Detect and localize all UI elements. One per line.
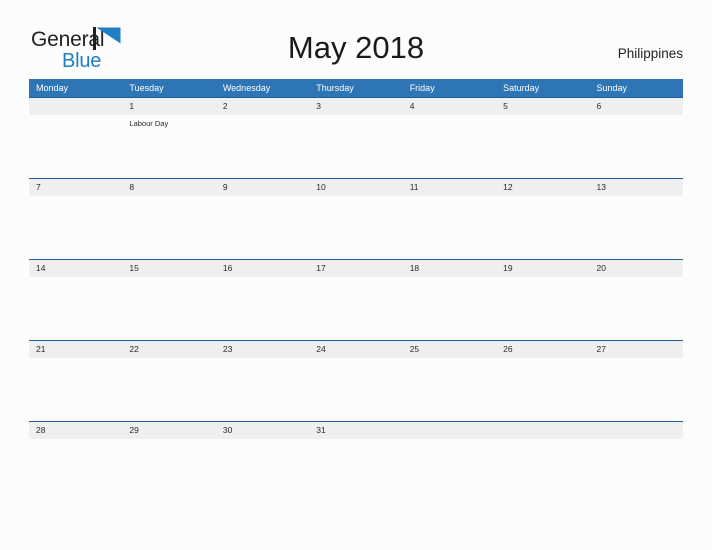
day-event[interactable] (403, 277, 496, 340)
day-event[interactable] (29, 115, 122, 178)
day-event[interactable] (29, 277, 122, 340)
day-event[interactable] (122, 196, 215, 259)
date-number[interactable]: 10 (309, 179, 402, 196)
day-event[interactable] (309, 115, 402, 178)
day-event[interactable] (496, 277, 589, 340)
week-event-band (29, 196, 683, 259)
date-number[interactable]: 24 (309, 341, 402, 358)
day-event[interactable] (122, 277, 215, 340)
day-event[interactable] (590, 196, 683, 259)
date-number[interactable]: 7 (29, 179, 122, 196)
date-number[interactable]: 6 (590, 98, 683, 115)
date-number[interactable]: 23 (216, 341, 309, 358)
page-title: May 2018 (287, 30, 425, 65)
day-event[interactable] (403, 358, 496, 421)
date-number[interactable] (590, 422, 683, 439)
weekday-wednesday: Wednesday (222, 83, 271, 93)
weekday-tuesday: Tuesday (129, 83, 164, 93)
day-event[interactable] (29, 358, 122, 421)
date-number[interactable]: 26 (496, 341, 589, 358)
day-event[interactable] (309, 439, 402, 502)
date-number[interactable]: 15 (122, 260, 215, 277)
day-event[interactable] (496, 439, 589, 502)
week-date-band: 1 2 3 4 5 6 (29, 98, 683, 115)
date-number[interactable]: 19 (496, 260, 589, 277)
week-row: 7 8 9 10 11 12 13 (29, 178, 683, 259)
day-event[interactable] (29, 196, 122, 259)
week-date-band: 28 29 30 31 (29, 422, 683, 439)
day-event[interactable] (496, 115, 589, 178)
week-date-band: 14 15 16 17 18 19 20 (29, 260, 683, 277)
day-event[interactable] (216, 358, 309, 421)
day-event[interactable] (403, 439, 496, 502)
date-number[interactable]: 25 (403, 341, 496, 358)
weekday-saturday: Saturday (503, 83, 540, 93)
week-date-band: 21 22 23 24 25 26 27 (29, 341, 683, 358)
day-event[interactable] (403, 196, 496, 259)
day-event[interactable] (122, 439, 215, 502)
weekday-friday: Friday (409, 83, 435, 93)
day-event[interactable] (403, 115, 496, 178)
day-event[interactable]: Labour Day (122, 115, 215, 178)
day-event[interactable] (216, 115, 309, 178)
weekday-thursday: Thursday (316, 83, 354, 93)
date-number[interactable] (496, 422, 589, 439)
week-row: 14 15 16 17 18 19 20 (29, 259, 683, 340)
page-header: General Blue May 2018 Philippines (0, 0, 712, 76)
day-event[interactable] (216, 277, 309, 340)
date-number[interactable]: 31 (309, 422, 402, 439)
day-event[interactable] (496, 358, 589, 421)
week-row: 28 29 30 31 (29, 421, 683, 502)
day-event[interactable] (590, 115, 683, 178)
day-event[interactable] (496, 196, 589, 259)
day-event[interactable] (122, 358, 215, 421)
day-event[interactable] (590, 439, 683, 502)
date-number[interactable]: 28 (29, 422, 122, 439)
week-event-band (29, 277, 683, 340)
day-event[interactable] (590, 277, 683, 340)
date-number[interactable]: 11 (403, 179, 496, 196)
weekday-header-row: Monday Tuesday Wednesday Thursday Friday… (29, 79, 683, 97)
date-number[interactable]: 1 (122, 98, 215, 115)
day-event[interactable] (216, 439, 309, 502)
date-number[interactable]: 27 (590, 341, 683, 358)
week-row: 1 2 3 4 5 6 Labour Day (29, 97, 683, 178)
weekday-sunday: Sunday (596, 83, 628, 93)
week-event-band (29, 439, 683, 502)
date-number[interactable]: 8 (122, 179, 215, 196)
country-label: Philippines (617, 46, 683, 61)
day-event[interactable] (309, 277, 402, 340)
week-date-band: 7 8 9 10 11 12 13 (29, 179, 683, 196)
weekday-monday: Monday (36, 83, 69, 93)
calendar-page: General Blue May 2018 Philippines Monday… (0, 0, 712, 550)
week-event-band (29, 358, 683, 421)
date-number[interactable]: 3 (309, 98, 402, 115)
date-number[interactable]: 12 (496, 179, 589, 196)
week-event-band: Labour Day (29, 115, 683, 178)
week-row: 21 22 23 24 25 26 27 (29, 340, 683, 421)
day-event[interactable] (29, 439, 122, 502)
day-event[interactable] (309, 358, 402, 421)
date-number[interactable]: 17 (309, 260, 402, 277)
date-number[interactable]: 2 (216, 98, 309, 115)
calendar-grid: Monday Tuesday Wednesday Thursday Friday… (29, 79, 683, 502)
date-number[interactable]: 20 (590, 260, 683, 277)
date-number[interactable]: 21 (29, 341, 122, 358)
date-number[interactable]: 16 (216, 260, 309, 277)
date-number[interactable]: 22 (122, 341, 215, 358)
date-number[interactable]: 5 (496, 98, 589, 115)
date-number[interactable]: 9 (216, 179, 309, 196)
day-event[interactable] (309, 196, 402, 259)
date-number[interactable]: 13 (590, 179, 683, 196)
date-number[interactable]: 29 (122, 422, 215, 439)
day-event[interactable] (216, 196, 309, 259)
date-number[interactable] (29, 98, 122, 115)
day-event[interactable] (590, 358, 683, 421)
date-number[interactable]: 4 (403, 98, 496, 115)
date-number[interactable]: 14 (29, 260, 122, 277)
date-number[interactable] (403, 422, 496, 439)
date-number[interactable]: 18 (403, 260, 496, 277)
date-number[interactable]: 30 (216, 422, 309, 439)
